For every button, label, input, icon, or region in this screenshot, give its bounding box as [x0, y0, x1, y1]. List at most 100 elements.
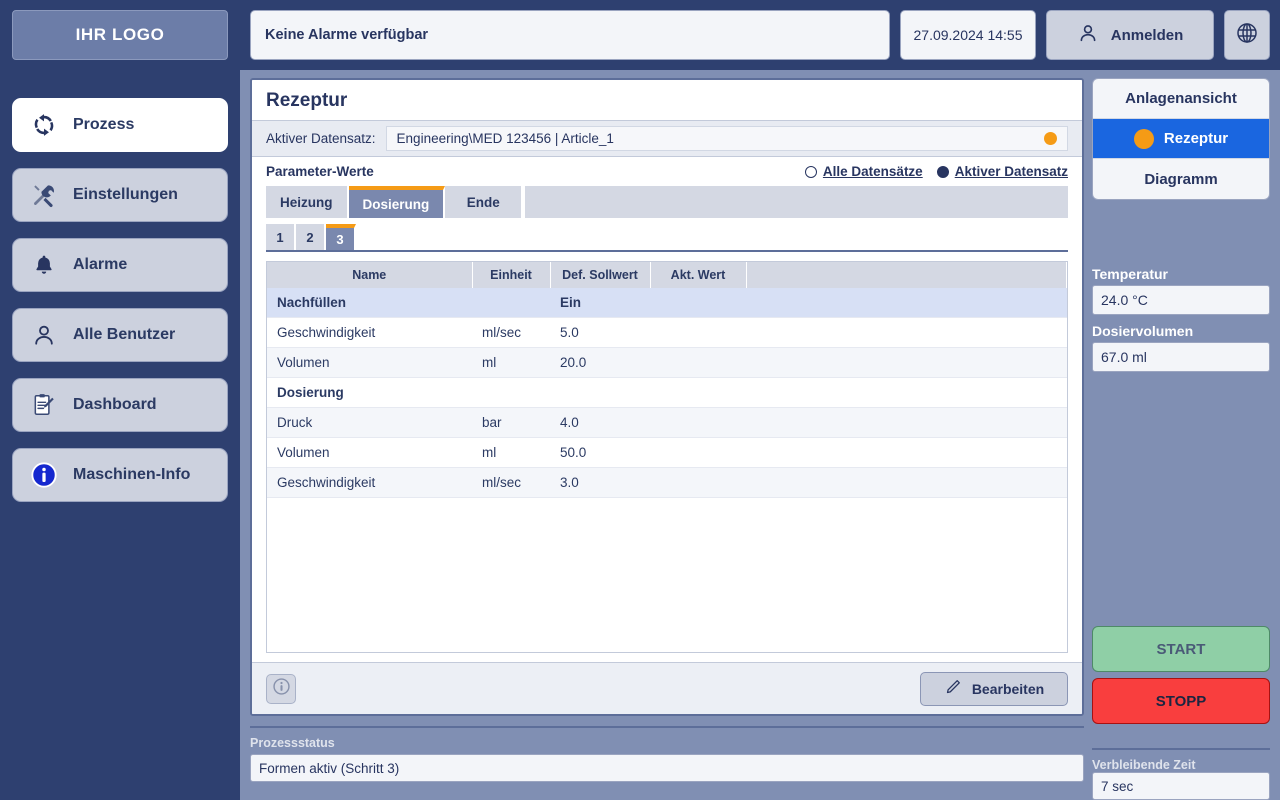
cell-name: Volumen [267, 347, 472, 378]
cell-spacer [746, 407, 1067, 438]
column-header-aktwert[interactable]: Akt. Wert [650, 262, 747, 288]
tab-ende[interactable]: Ende [445, 186, 524, 218]
cell-spacer [746, 347, 1067, 378]
cell-setpoint: 50.0 [550, 437, 650, 468]
cell-unit [472, 377, 550, 408]
step-tab-3[interactable]: 3 [326, 224, 356, 250]
language-button[interactable] [1224, 10, 1270, 60]
pencil-icon [944, 678, 962, 699]
cell-name: Geschwindigkeit [267, 317, 472, 348]
view-item-diagramm[interactable]: Diagramm [1093, 159, 1269, 199]
column-header-einheit[interactable]: Einheit [472, 262, 551, 288]
rail-spacer [1092, 200, 1270, 266]
cell-setpoint: Ein [550, 288, 650, 318]
cell-actual [650, 347, 746, 378]
sidebar-item-alarme[interactable]: Alarme [12, 238, 228, 292]
bell-icon [29, 250, 59, 280]
cell-unit: ml [472, 347, 550, 378]
view-item-anlagenansicht[interactable]: Anlagenansicht [1093, 79, 1269, 119]
login-button-label: Anmelden [1110, 26, 1184, 44]
column-header-name[interactable]: Name [267, 262, 473, 288]
cell-spacer [746, 317, 1067, 348]
sidebar-item-label: Prozess [73, 116, 135, 133]
active-dataset-field[interactable]: Engineering\MED 123456 | Article_1 [385, 126, 1068, 151]
sidebar-item-maschinen-info[interactable]: Maschinen-Info [12, 448, 228, 502]
datetime-display: 27.09.2024 14:55 [900, 10, 1036, 60]
sidebar-item-dashboard[interactable]: Dashboard [12, 378, 228, 432]
sidebar-item-alle-benutzer[interactable]: Alle Benutzer [12, 308, 228, 362]
logo: IHR LOGO [12, 10, 228, 60]
sidebar-item-label: Einstellungen [73, 186, 178, 203]
cell-name: Geschwindigkeit [267, 467, 472, 498]
temperature-label: Temperatur [1092, 266, 1168, 282]
tab-strip-filler [523, 186, 1068, 218]
temperature-value: 24.0 °C [1092, 285, 1270, 315]
radio-mark [804, 165, 817, 178]
step-tab-2[interactable]: 2 [296, 224, 326, 250]
view-item-label: Anlagenansicht [1125, 90, 1237, 107]
status-dot-orange [1044, 132, 1057, 145]
parameter-table-container: Name Einheit Def. Sollwert Akt. Wert Nac… [266, 261, 1068, 653]
cell-actual [650, 317, 746, 348]
column-header-spacer [746, 262, 1067, 288]
process-status-value: Formen aktiv (Schritt 3) [250, 754, 1084, 782]
cell-actual [650, 467, 746, 498]
remaining-time-value: 7 sec [1092, 772, 1270, 800]
status-dot-orange [1133, 128, 1154, 149]
cell-spacer [746, 467, 1067, 498]
dosing-volume-label: Dosiervolumen [1092, 323, 1194, 339]
status-bar: Prozessstatus Formen aktiv (Schritt 3) [250, 726, 1084, 800]
table-row[interactable]: Geschwindigkeit ml/sec 3.0 [267, 467, 1067, 498]
left-sidebar: IHR LOGO Prozess Einstellungen Alarme Al… [0, 0, 240, 800]
view-item-label: Rezeptur [1163, 130, 1229, 147]
table-row[interactable]: Nachfüllen Ein [267, 288, 1067, 318]
cell-actual [650, 437, 746, 468]
radio-alle-datensaetze[interactable]: Alle Datensätze [804, 164, 923, 179]
step-tab-1[interactable]: 1 [266, 224, 296, 250]
cell-setpoint: 4.0 [550, 407, 650, 438]
sidebar-item-einstellungen[interactable]: Einstellungen [12, 168, 228, 222]
clipboard-pencil-icon [29, 390, 59, 420]
radio-aktiver-datensatz[interactable]: Aktiver Datensatz [936, 164, 1068, 179]
cell-empty [267, 497, 1067, 652]
cell-spacer [746, 437, 1067, 468]
column-header-sollwert[interactable]: Def. Sollwert [550, 262, 651, 288]
parameter-values-row: Parameter-Werte Alle Datensätze Aktiver … [252, 157, 1082, 186]
cell-unit: bar [472, 407, 550, 438]
start-button[interactable]: START [1092, 626, 1270, 672]
login-button[interactable]: Anmelden [1046, 10, 1214, 60]
sidebar-item-prozess[interactable]: Prozess [12, 98, 228, 152]
active-dataset-label: Aktiver Datensatz: [266, 131, 376, 146]
cell-name: Volumen [267, 437, 472, 468]
cell-actual [650, 288, 746, 318]
table-row[interactable]: Geschwindigkeit ml/sec 5.0 [267, 317, 1067, 348]
recipe-phase-tabs: Heizung Dosierung Ende [266, 186, 1068, 218]
info-circle-icon [272, 677, 291, 701]
remaining-time-field: Verbleibende Zeit 7 sec [1092, 748, 1270, 800]
edit-button[interactable]: Bearbeiten [920, 671, 1068, 706]
stop-button[interactable]: STOPP [1092, 678, 1270, 724]
table-row[interactable]: Volumen ml 20.0 [267, 347, 1067, 378]
alarm-banner[interactable]: Keine Alarme verfügbar [250, 10, 890, 60]
cell-setpoint [550, 377, 650, 408]
sidebar-item-label: Dashboard [73, 396, 157, 413]
table-row[interactable]: Volumen ml 50.0 [267, 437, 1067, 468]
table-empty-space [267, 497, 1067, 652]
remaining-time-label: Verbleibende Zeit [1092, 758, 1196, 772]
rail-gap [1092, 380, 1270, 626]
view-item-rezeptur[interactable]: Rezeptur [1093, 119, 1269, 159]
top-bar: Keine Alarme verfügbar 27.09.2024 14:55 … [240, 0, 1280, 70]
table-row[interactable]: Druck bar 4.0 [267, 407, 1067, 438]
table-row[interactable]: Dosierung [267, 377, 1067, 408]
tab-heizung[interactable]: Heizung [266, 186, 349, 218]
radio-label: Aktiver Datensatz [954, 164, 1068, 179]
cell-name: Nachfüllen [267, 288, 472, 318]
info-button[interactable] [266, 673, 296, 704]
table-header-row: Name Einheit Def. Sollwert Akt. Wert [267, 262, 1067, 288]
active-dataset-value: Engineering\MED 123456 | Article_1 [396, 131, 614, 146]
view-item-label: Diagramm [1144, 170, 1218, 188]
tab-dosierung[interactable]: Dosierung [348, 186, 446, 218]
user-icon [1077, 22, 1099, 48]
cell-unit: ml/sec [472, 467, 550, 498]
sidebar-item-label: Maschinen-Info [73, 466, 191, 483]
